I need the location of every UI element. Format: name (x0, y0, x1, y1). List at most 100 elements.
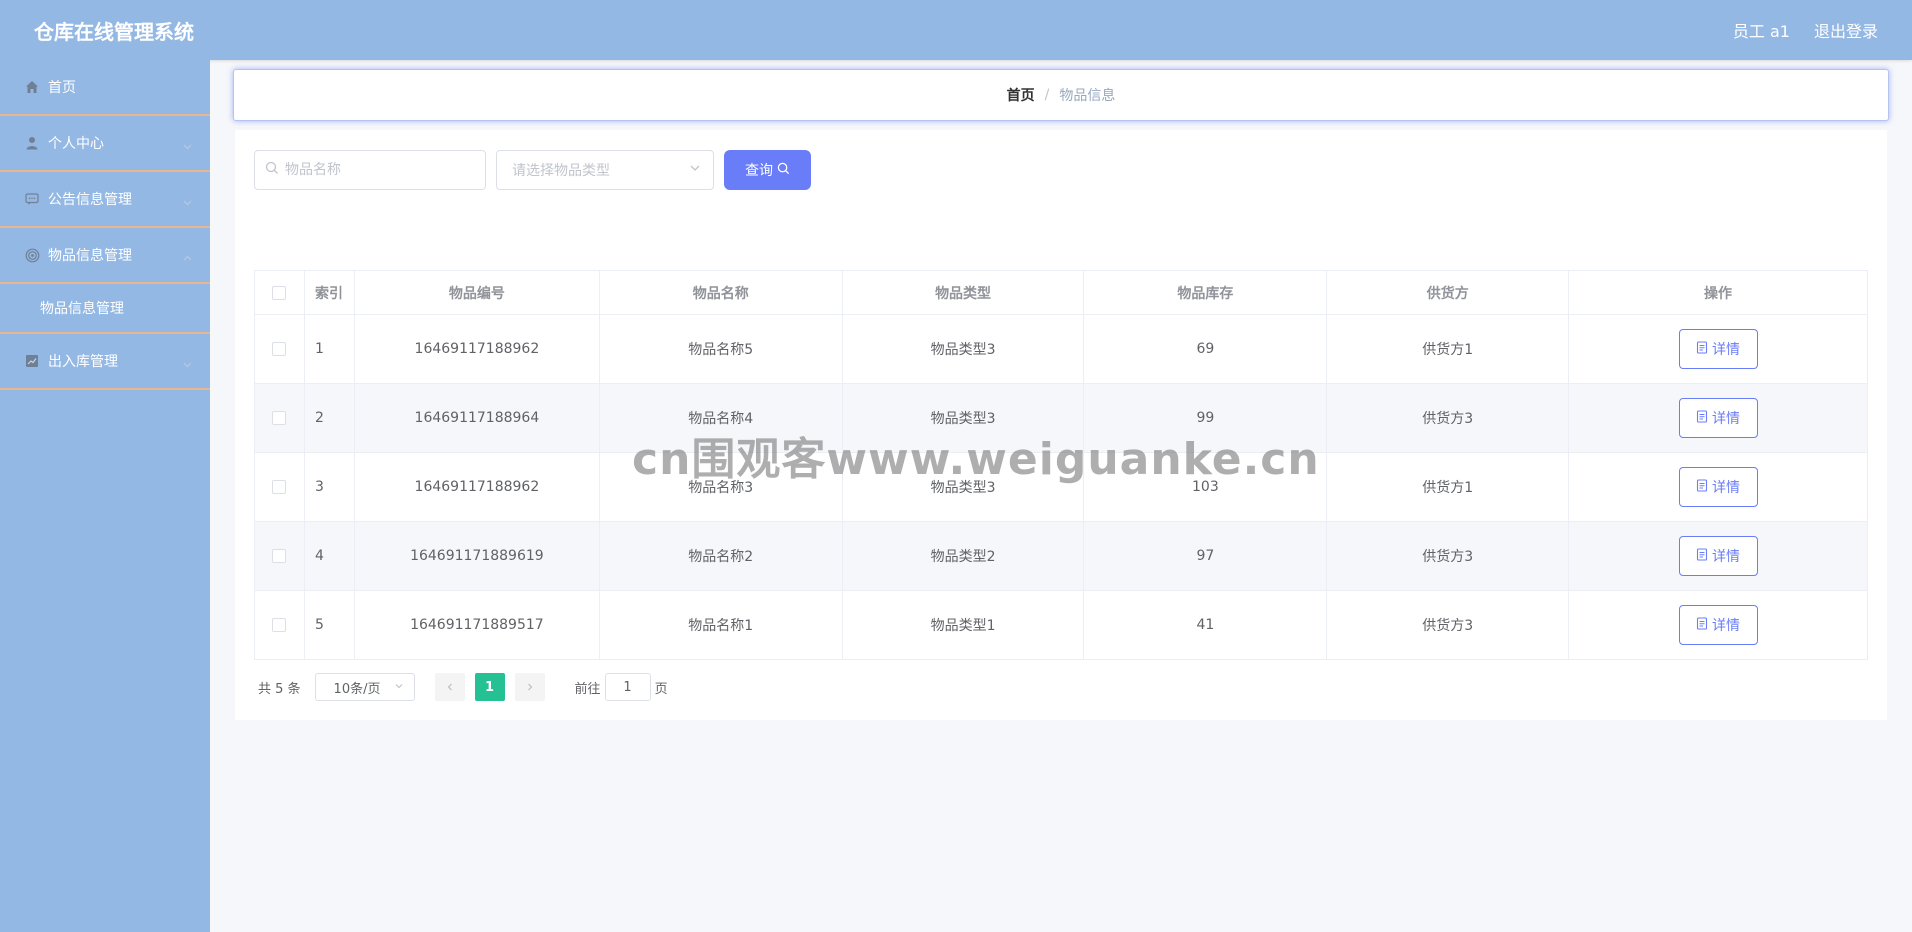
home-icon (24, 79, 40, 95)
row-checkbox[interactable] (272, 618, 287, 632)
column-header: 操作 (1568, 270, 1868, 315)
cell-supplier: 供货方1 (1326, 452, 1570, 522)
select-all-checkbox[interactable] (272, 285, 287, 300)
row-select-cell (254, 383, 305, 453)
table-row: 4 164691171889619 物品名称2 物品类型2 97 供货方3 详情 (254, 521, 1868, 591)
user-label: 员工 a1 (1732, 22, 1790, 41)
row-select-cell (254, 521, 305, 591)
page-size-value: 10条/页 (333, 681, 381, 697)
row-checkbox[interactable] (272, 342, 287, 356)
cell-action: 详情 (1568, 383, 1868, 453)
chevron-left-icon (447, 683, 452, 691)
row-checkbox[interactable] (272, 480, 287, 494)
row-select-cell (254, 314, 305, 384)
cell-index: 3 (303, 452, 355, 522)
sidebar-item-inout[interactable]: 出入库管理 (0, 334, 210, 390)
chart-icon (24, 353, 40, 369)
cell-name: 物品名称5 (598, 314, 843, 384)
pagination-total: 共 5 条 (258, 681, 301, 697)
detail-button[interactable]: 详情 (1678, 536, 1758, 576)
table-row: 5 164691171889517 物品名称1 物品类型1 41 供货方3 详情 (254, 590, 1868, 660)
target-icon (24, 247, 40, 263)
column-header: 物品编号 (353, 270, 600, 315)
document-icon (1696, 410, 1708, 426)
chevron-down-icon (183, 357, 192, 368)
goto-page-input[interactable] (604, 673, 651, 701)
app-title: 仓库在线管理系统 (34, 19, 194, 44)
column-header: 索引 (303, 270, 355, 315)
detail-button[interactable]: 详情 (1678, 467, 1758, 507)
page-number-current[interactable]: 1 (474, 673, 505, 701)
cell-index: 1 (303, 314, 355, 384)
document-icon (1696, 479, 1708, 495)
breadcrumb-current: 物品信息 (1059, 88, 1116, 104)
sidebar: 首页 个人中心 公告信息管理 物品信息管理 物品信息管理 出入库管理 (0, 60, 210, 932)
cell-supplier: 供货方3 (1326, 521, 1570, 591)
query-button[interactable]: 查询 (724, 150, 811, 190)
detail-button[interactable]: 详情 (1678, 398, 1758, 438)
sidebar-subitem-goods-manage[interactable]: 物品信息管理 (0, 284, 210, 334)
search-row: 请选择物品类型 查询 (254, 150, 811, 190)
cell-stock: 97 (1083, 521, 1328, 591)
goto-label: 前往 (574, 681, 601, 697)
sidebar-item-profile[interactable]: 个人中心 (0, 116, 210, 172)
sidebar-item-label: 公告信息管理 (48, 192, 132, 208)
cell-action: 详情 (1568, 590, 1868, 660)
sidebar-item-label: 个人中心 (48, 136, 104, 152)
type-select-placeholder: 请选择物品类型 (512, 163, 610, 179)
cell-supplier: 供货方3 (1326, 383, 1570, 453)
sidebar-item-home[interactable]: 首页 (0, 60, 210, 116)
cell-stock: 41 (1083, 590, 1328, 660)
document-icon (1696, 548, 1708, 564)
document-icon (1696, 341, 1708, 357)
chevron-down-icon (183, 195, 192, 206)
logout-button[interactable]: 退出登录 (1814, 18, 1878, 42)
column-header: 物品类型 (841, 270, 1085, 315)
detail-button[interactable]: 详情 (1678, 329, 1758, 369)
cell-name: 物品名称1 (598, 590, 843, 660)
row-select-cell (254, 590, 305, 660)
breadcrumb-home[interactable]: 首页 (1007, 85, 1035, 105)
type-select[interactable]: 请选择物品类型 (496, 150, 714, 190)
header-right: 员工 a1 退出登录 (1733, 18, 1878, 42)
breadcrumb-separator: / (1044, 87, 1050, 103)
query-button-label: 查询 (745, 162, 773, 178)
watermark: cn围观客www.weiguanke.cn (632, 434, 1320, 485)
search-icon (777, 162, 790, 178)
chat-icon (24, 191, 40, 207)
detail-button-label: 详情 (1712, 479, 1741, 495)
cell-index: 2 (303, 383, 355, 453)
search-icon (265, 161, 279, 179)
prev-page-button[interactable] (434, 673, 465, 701)
row-checkbox[interactable] (272, 549, 287, 563)
cell-code: 164691171889619 (353, 521, 600, 591)
chevron-right-icon (527, 683, 532, 691)
sidebar-item-goods[interactable]: 物品信息管理 (0, 228, 210, 284)
sidebar-item-label: 出入库管理 (48, 354, 118, 370)
detail-button-label: 详情 (1712, 341, 1741, 357)
table-row: 1 16469117188962 物品名称5 物品类型3 69 供货方1 详情 (254, 314, 1868, 384)
chevron-down-icon (183, 139, 192, 150)
cell-type: 物品类型3 (841, 314, 1085, 384)
chevron-up-icon (183, 251, 192, 261)
user-icon (24, 135, 40, 151)
cell-supplier: 供货方3 (1326, 590, 1570, 660)
cell-action: 详情 (1568, 314, 1868, 384)
breadcrumb: 首页 / 物品信息 (233, 69, 1889, 121)
cell-code: 16469117188962 (353, 314, 600, 384)
cell-action: 详情 (1568, 521, 1868, 591)
page-suffix: 页 (654, 681, 668, 697)
row-checkbox[interactable] (272, 411, 287, 425)
chevron-down-icon (394, 680, 404, 695)
cell-code: 16469117188962 (353, 452, 600, 522)
next-page-button[interactable] (514, 673, 545, 701)
detail-button[interactable]: 详情 (1678, 605, 1758, 645)
cell-action: 详情 (1568, 452, 1868, 522)
search-input[interactable] (285, 162, 475, 178)
sidebar-item-notice[interactable]: 公告信息管理 (0, 172, 210, 228)
row-select-cell (254, 452, 305, 522)
page-size-select[interactable]: 10条/页 (314, 673, 415, 701)
cell-supplier: 供货方1 (1326, 314, 1570, 384)
select-all-cell (254, 270, 305, 315)
detail-button-label: 详情 (1712, 617, 1741, 633)
